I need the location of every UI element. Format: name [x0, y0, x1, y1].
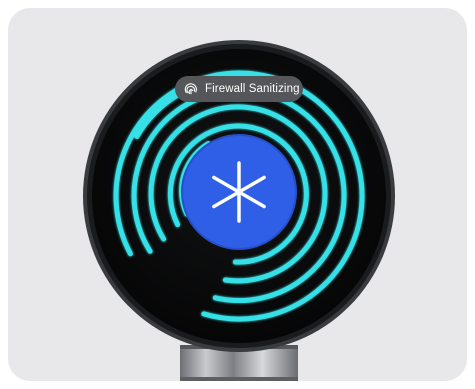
snowflake-button[interactable] [181, 134, 297, 250]
status-badge: Firewall Sanitizing [175, 76, 303, 102]
fingerprint-icon [183, 81, 199, 97]
device-illustration [83, 40, 395, 381]
status-badge-label: Firewall Sanitizing [205, 83, 300, 95]
